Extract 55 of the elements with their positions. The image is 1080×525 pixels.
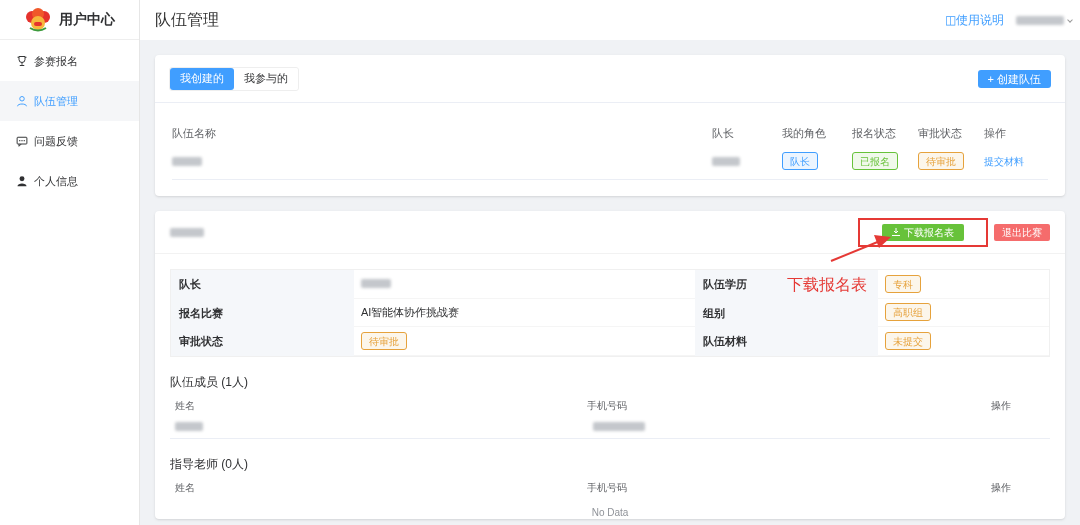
download-icon <box>892 228 900 236</box>
blurred-text <box>593 421 645 431</box>
user-icon <box>16 95 28 107</box>
column-header: 操作 <box>991 481 1012 495</box>
blurred-text <box>361 279 391 289</box>
status-tag: 待审批 <box>918 152 964 170</box>
column-header: 队长 <box>712 125 735 141</box>
info-label: 审批状态 <box>179 334 223 349</box>
blurred-text <box>712 156 740 166</box>
sidebar-item[interactable]: 问题反馈 <box>0 121 139 161</box>
column-header: 报名状态 <box>852 125 897 141</box>
blurred-text <box>175 421 203 431</box>
column-header: 审批状态 <box>918 125 963 141</box>
status-tag: 专科 <box>885 274 921 293</box>
status-tag: 未提交 <box>885 331 931 350</box>
column-header: 队伍名称 <box>172 125 217 141</box>
info-label: 队伍学历 <box>703 277 747 292</box>
section-title: 指导老师 (0人) <box>170 455 249 473</box>
create-team-button[interactable]: + 创建队伍 <box>977 69 1051 88</box>
blurred-text <box>1016 15 1064 25</box>
help-link[interactable]: ◫使用说明 <box>945 11 1004 29</box>
column-header: 操作 <box>991 399 1012 413</box>
sidebar-item[interactable]: 个人信息 <box>0 161 139 201</box>
column-header: 我的角色 <box>782 125 827 141</box>
column-header: 姓名 <box>175 481 196 495</box>
app-title: 用户中心 <box>58 10 115 29</box>
page-title: 队伍管理 <box>155 10 219 30</box>
column-header: 姓名 <box>175 399 196 413</box>
info-label: 组别 <box>703 305 725 321</box>
info-value: AI智能体协作挑战赛 <box>361 305 460 320</box>
status-tag: 已报名 <box>852 152 898 170</box>
column-header: 手机号码 <box>586 399 628 413</box>
column-header: 手机号码 <box>586 481 628 495</box>
status-tag: 待审批 <box>361 331 407 350</box>
info-label: 报名比赛 <box>179 305 223 321</box>
chat-icon <box>16 135 28 147</box>
quit-button[interactable]: 退出比赛 <box>994 223 1050 241</box>
empty-text: No Data <box>591 506 629 519</box>
download-button[interactable]: 下载报名表 <box>882 223 964 241</box>
info-label: 队长 <box>179 277 201 292</box>
flower-logo-icon <box>24 7 51 32</box>
annotation-label: 下载报名表 <box>787 275 867 295</box>
submit-link[interactable]: 提交材料 <box>984 153 1024 169</box>
section-title: 队伍成员 (1人) <box>170 373 249 391</box>
column-header: 操作 <box>984 125 1007 141</box>
info-label: 队伍材料 <box>703 334 747 349</box>
trophy-icon <box>16 55 28 67</box>
person-icon <box>16 175 28 187</box>
blurred-text <box>172 156 202 166</box>
status-tag: 高职组 <box>885 303 931 322</box>
sidebar-item[interactable]: 参赛报名 <box>0 41 139 81</box>
status-tag: 队长 <box>782 152 818 170</box>
sidebar-item[interactable]: 队伍管理 <box>0 81 139 121</box>
tab[interactable]: 我创建的 <box>170 67 234 90</box>
blurred-text <box>170 228 204 237</box>
